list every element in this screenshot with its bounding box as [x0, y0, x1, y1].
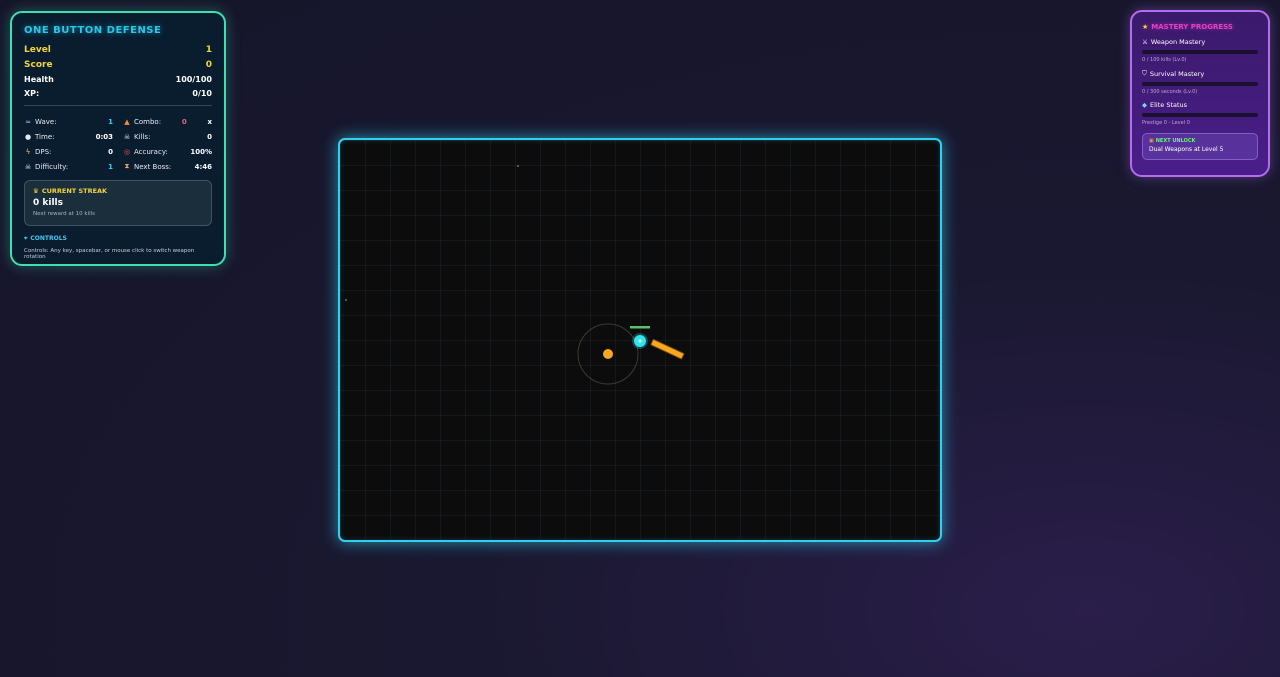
combo-stat: ▲ Combo: 0 x — [124, 117, 212, 126]
health-value: 100/100 — [175, 74, 212, 84]
weapon-mastery-sub: 0 / 100 kills (Lv.0) — [1142, 57, 1187, 63]
weapon-mastery-label: Weapon Mastery — [1150, 38, 1206, 46]
streak-card: ♛ CURRENT STREAK 0 kills Next reward at … — [24, 180, 212, 226]
streak-sub: Next reward at 10 kills — [33, 211, 96, 217]
survival-mastery: ⛉ Survival Mastery 0 / 300 seconds (Lv.0… — [1142, 69, 1258, 95]
xp-value: 0/10 — [192, 88, 212, 98]
skull-icon: ☠ — [24, 162, 32, 171]
weapon-mastery-bar — [1142, 50, 1258, 54]
stopwatch-icon: ● — [24, 132, 32, 141]
elite-status-bar — [1142, 113, 1258, 117]
survival-mastery-bar — [1142, 82, 1258, 86]
dps-stat: ϟ DPS: 0 — [25, 147, 113, 156]
divider — [24, 105, 212, 106]
combo-value: 0 — [181, 117, 187, 126]
score-row: Score 0 — [24, 57, 212, 72]
sword-icon: ⚔ — [1142, 38, 1148, 46]
time-stat: ● Time: 0:03 — [24, 132, 113, 141]
combo-suffix: x — [207, 117, 212, 126]
shield-icon: ⛉ — [1142, 69, 1147, 77]
kills-stat: ☠ Kills: 0 — [123, 132, 212, 141]
target-icon: ◎ — [123, 147, 131, 156]
stats-panel: ONE BUTTON DEFENSE Level 1 Score 0 Healt… — [10, 11, 226, 266]
elite-status-label: Elite Status — [1150, 101, 1188, 109]
gamepad-icon: ⌖ — [24, 235, 28, 242]
dps-value: 0 — [108, 147, 113, 156]
health-label: Health — [24, 74, 54, 84]
streak-title: CURRENT STREAK — [41, 187, 108, 195]
particle — [345, 299, 347, 301]
orbiter-core — [638, 339, 642, 343]
score-value: 0 — [205, 59, 212, 70]
lightning-icon: ϟ — [25, 147, 31, 156]
level-label: Level — [24, 44, 51, 55]
next-unlock-title: NEXT UNLOCK — [1155, 138, 1196, 144]
fire-icon: ▲ — [124, 117, 130, 126]
next-unlock-card: ▣ NEXT UNLOCK Dual Weapons at Level 5 — [1142, 133, 1258, 160]
arena-scene — [345, 165, 685, 385]
time-value: 0:03 — [95, 132, 113, 141]
score-label: Score — [24, 59, 53, 70]
accuracy-value: 100% — [190, 147, 212, 156]
kills-value: 0 — [207, 132, 212, 141]
next-unlock-text: Dual Weapons at Level 5 — [1149, 146, 1224, 153]
level-value: 1 — [205, 44, 212, 55]
health-row: Health 100/100 — [24, 72, 212, 86]
weapon-mastery: ⚔ Weapon Mastery 0 / 100 kills (Lv.0) — [1142, 38, 1258, 63]
xp-label: XP: — [24, 88, 40, 98]
wave-icon: ≈ — [25, 117, 31, 126]
wave-value: 1 — [108, 117, 113, 126]
gem-icon: ◆ — [1142, 101, 1147, 109]
streak-value: 0 kills — [33, 198, 63, 208]
controls-title: CONTROLS — [30, 235, 67, 242]
gift-icon: ▣ — [1149, 138, 1154, 144]
xp-row: XP: 0/10 — [24, 86, 212, 100]
trophy-icon: ♛ — [33, 187, 39, 195]
mastery-title: MASTERY PROGRESS — [1151, 23, 1233, 31]
orbiter-health-bar — [630, 326, 650, 329]
boss-stat: ⧗ Next Boss: 4:46 — [124, 162, 212, 171]
level-row: Level 1 — [24, 42, 212, 57]
survival-mastery-label: Survival Mastery — [1149, 69, 1205, 78]
weapon-beam — [650, 339, 685, 360]
survival-mastery-sub: 0 / 300 seconds (Lv.0) — [1142, 89, 1198, 95]
game-canvas[interactable] — [338, 138, 942, 542]
core-turret — [603, 349, 613, 359]
mastery-panel: ★ MASTERY PROGRESS ⚔ Weapon Mastery 0 / … — [1130, 10, 1270, 177]
accuracy-stat: ◎ Accuracy: 100% — [123, 147, 212, 156]
difficulty-value: 1 — [108, 162, 113, 171]
boss-value: 4:46 — [194, 162, 212, 171]
elite-status-sub: Prestige 0 - Level 0 — [1142, 120, 1190, 126]
game-title: ONE BUTTON DEFENSE — [24, 25, 162, 36]
wave-stat: ≈ Wave: 1 — [25, 117, 113, 126]
particle — [517, 165, 519, 167]
controls-text: Controls: Any key, spacebar, or mouse cl… — [24, 248, 195, 260]
star-icon: ★ — [1142, 23, 1149, 31]
skull-icon: ☠ — [123, 132, 131, 141]
difficulty-stat: ☠ Difficulty: 1 — [24, 162, 113, 171]
elite-status: ◆ Elite Status Prestige 0 - Level 0 — [1142, 101, 1258, 126]
hourglass-icon: ⧗ — [124, 162, 130, 170]
stats-grid: ≈ Wave: 1 ▲ Combo: 0 x ● Time: 0:03 ☠ Kills:… — [24, 114, 212, 174]
